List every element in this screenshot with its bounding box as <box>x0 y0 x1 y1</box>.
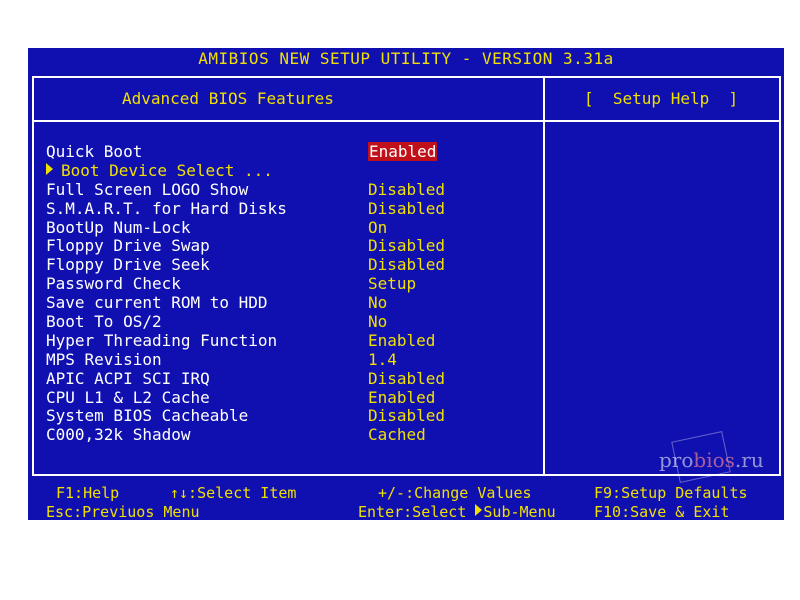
setting-label: Password Check <box>46 274 181 294</box>
setting-label: Save current ROM to HDD <box>46 293 268 313</box>
setting-row[interactable]: Full Screen LOGO Show Disabled <box>46 180 546 199</box>
help-panel-title: [ Setup Help ] <box>584 89 739 108</box>
setting-label: Boot To OS/2 <box>46 312 162 332</box>
setting-label: S.M.A.R.T. for Hard Disks <box>46 198 287 218</box>
bios-screen: AMIBIOS NEW SETUP UTILITY - VERSION 3.31… <box>28 48 784 521</box>
setting-value[interactable]: 1.4 <box>368 350 397 369</box>
save-exit-hint: F10:Save & Exit <box>594 503 730 521</box>
enter-submenu-hint: Enter:Select Sub-Menu <box>358 503 556 521</box>
setting-row[interactable]: MPS Revision 1.4 <box>46 350 546 369</box>
submenu-arrow-icon <box>475 504 483 516</box>
setting-row[interactable]: C000,32k Shadow Cached <box>46 425 546 444</box>
previous-menu-hint: Esc:Previuos Menu <box>46 503 200 521</box>
setting-label: Full Screen LOGO Show <box>46 179 249 199</box>
setting-label: Floppy Drive Swap <box>46 236 210 256</box>
header-divider <box>34 120 779 122</box>
setting-row[interactable]: Boot To OS/2 No <box>46 312 546 331</box>
setting-row[interactable]: BootUp Num-Lock On <box>46 218 546 237</box>
setting-value[interactable]: Disabled <box>368 406 445 425</box>
setting-value[interactable]: Disabled <box>368 255 445 274</box>
setting-value[interactable]: On <box>368 218 387 237</box>
setting-label: CPU L1 & L2 Cache <box>46 387 210 407</box>
setting-row[interactable]: Password Check Setup <box>46 274 546 293</box>
submenu-arrow-icon <box>46 162 53 175</box>
setting-row[interactable]: Floppy Drive Seek Disabled <box>46 255 546 274</box>
setting-row[interactable]: APIC ACPI SCI IRQ Disabled <box>46 369 546 388</box>
setting-row[interactable]: S.M.A.R.T. for Hard Disks Disabled <box>46 199 546 218</box>
setting-value[interactable]: Disabled <box>368 199 445 218</box>
setting-value[interactable]: Cached <box>368 425 426 444</box>
setting-row[interactable]: CPU L1 & L2 Cache Enabled <box>46 388 546 407</box>
setting-value[interactable]: Disabled <box>368 369 445 388</box>
help-key-hint: F1:Help <box>56 484 120 502</box>
setting-value[interactable]: Disabled <box>368 236 445 255</box>
window-title: AMIBIOS NEW SETUP UTILITY - VERSION 3.31… <box>198 49 614 68</box>
change-values-hint: +/-:Change Values <box>378 484 532 502</box>
setting-label: Boot Device Select ... <box>46 161 273 180</box>
setting-label: MPS Revision <box>46 349 162 369</box>
page-title: Advanced BIOS Features <box>122 89 334 108</box>
setting-value[interactable]: Disabled <box>368 180 445 199</box>
submenu-item[interactable]: Boot Device Select ... <box>46 161 546 180</box>
key-help-footer: F1:Help ↑↓:Select Item +/-:Change Values… <box>28 482 784 521</box>
watermark-logo: probios.ru <box>653 431 783 483</box>
setting-label: C000,32k Shadow <box>46 425 191 445</box>
setting-value[interactable]: Enabled <box>368 142 438 161</box>
setting-row[interactable]: Hyper Threading Function Enabled <box>46 331 546 350</box>
watermark-text: probios.ru <box>659 448 764 472</box>
setting-value[interactable]: Enabled <box>368 331 435 350</box>
setting-value[interactable]: Setup <box>368 274 416 293</box>
setting-label: Quick Boot <box>46 142 143 161</box>
setting-value[interactable]: No <box>368 312 387 331</box>
select-item-hint: ↑↓:Select Item <box>170 484 297 502</box>
setting-row[interactable]: Floppy Drive Swap Disabled <box>46 236 546 255</box>
setting-row[interactable]: Save current ROM to HDD No <box>46 293 546 312</box>
setting-row[interactable]: Quick Boot Enabled <box>46 142 546 161</box>
setting-label: APIC ACPI SCI IRQ <box>46 368 210 388</box>
setting-label: BootUp Num-Lock <box>46 217 191 237</box>
setting-value[interactable]: Enabled <box>368 388 435 407</box>
setup-defaults-hint: F9:Setup Defaults <box>594 484 748 502</box>
setting-row[interactable]: System BIOS Cacheable Disabled <box>46 406 546 425</box>
settings-list: Quick Boot Enabled Boot Device Select ... F… <box>46 142 546 444</box>
setting-value[interactable]: No <box>368 293 387 312</box>
setting-label: Floppy Drive Seek <box>46 255 210 275</box>
setting-label: Hyper Threading Function <box>46 330 278 350</box>
setting-label: System BIOS Cacheable <box>46 406 249 426</box>
